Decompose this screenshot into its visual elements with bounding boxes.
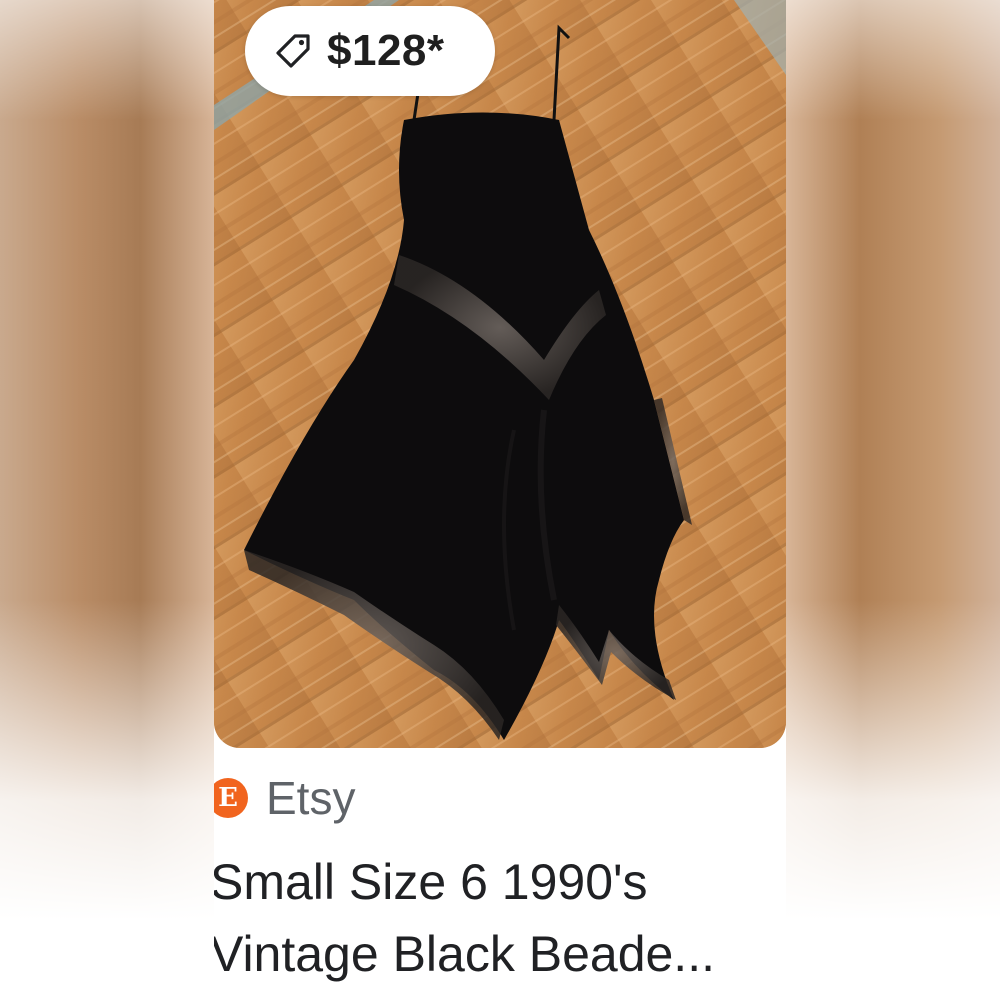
product-title-line-2: Vintage Black Beade... bbox=[214, 926, 715, 982]
price-label: $128* bbox=[327, 26, 445, 75]
shopping-result-card[interactable]: $128* E Etsy Small Size 6 1990's Vintage… bbox=[214, 0, 786, 1000]
product-title[interactable]: Small Size 6 1990's Vintage Black Beade.… bbox=[214, 846, 780, 990]
merchant-name: Etsy bbox=[266, 772, 356, 824]
etsy-icon: E bbox=[214, 778, 248, 818]
product-image[interactable]: $128* bbox=[214, 0, 786, 748]
merchant-source[interactable]: E Etsy bbox=[214, 772, 355, 824]
price-badge: $128* bbox=[245, 6, 495, 96]
product-title-line-1: Small Size 6 1990's bbox=[214, 854, 648, 910]
price-tag-icon bbox=[273, 31, 313, 71]
